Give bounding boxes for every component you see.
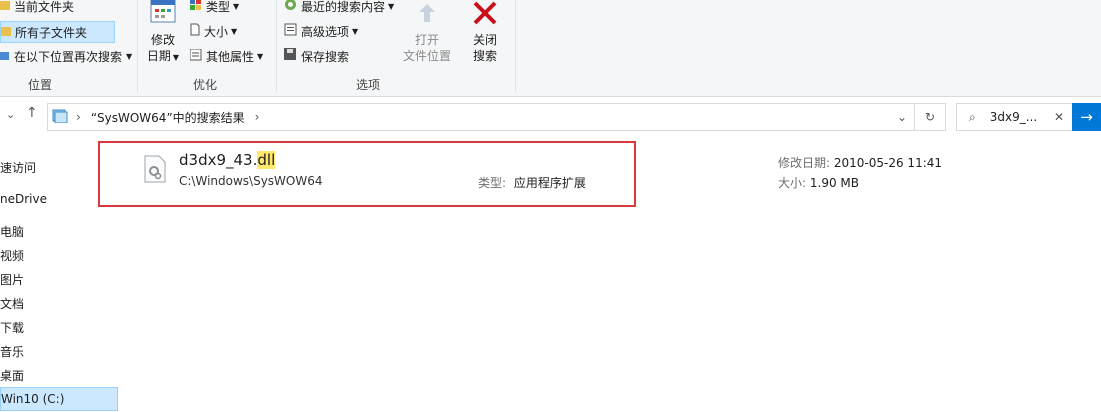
result-file-path: C:\Windows\SysWOW64 bbox=[179, 174, 323, 188]
recent-locations-chevron-icon[interactable]: ⌄ bbox=[6, 108, 15, 121]
breadcrumb-current[interactable]: “SysWOW64”中的搜索结果 bbox=[91, 109, 245, 126]
size-button[interactable]: 大小 ▼ bbox=[190, 21, 237, 41]
path-box[interactable]: › “SysWOW64”中的搜索结果 › ⌄ ↻ bbox=[47, 103, 946, 131]
group-label-options: 选项 bbox=[355, 78, 380, 92]
date-modified-label-2: 日期 bbox=[146, 49, 171, 63]
recent-searches-icon bbox=[284, 0, 297, 14]
properties-icon bbox=[189, 48, 202, 64]
nav-item-desktop[interactable]: 桌面 bbox=[0, 367, 24, 384]
save-icon bbox=[284, 48, 297, 64]
nav-item-onedrive[interactable]: neDrive bbox=[0, 192, 47, 206]
group-label-refine: 优化 bbox=[192, 78, 217, 92]
open-location-icon bbox=[400, 0, 454, 28]
current-folder-button[interactable]: 当前文件夹 bbox=[0, 0, 74, 16]
chevron-down-icon: ▼ bbox=[231, 26, 238, 36]
group-label-location: 位置 bbox=[27, 78, 52, 92]
search-again-in-button[interactable]: 在以下位置再次搜索 ▼ bbox=[0, 46, 132, 66]
modified-value: 2010-05-26 11:41 bbox=[833, 156, 943, 170]
close-icon bbox=[465, 0, 505, 28]
other-properties-button[interactable]: 其他属性 ▼ bbox=[189, 46, 264, 66]
nav-item-downloads[interactable]: 下载 bbox=[0, 319, 24, 336]
refresh-icon[interactable]: ↻ bbox=[914, 104, 945, 130]
current-folder-label: 当前文件夹 bbox=[14, 0, 75, 14]
size-label: 大小 bbox=[204, 24, 229, 39]
divider bbox=[515, 0, 516, 92]
search-folder-icon bbox=[0, 49, 10, 64]
arrow-right-icon: → bbox=[1080, 108, 1093, 126]
close-search-label-2: 搜索 bbox=[472, 49, 497, 63]
search-input[interactable]: 3dx9_... bbox=[990, 110, 1037, 124]
nav-item-documents[interactable]: 文档 bbox=[0, 295, 24, 312]
type-label: 类型 bbox=[206, 0, 231, 14]
search-box[interactable]: ⌕ 3dx9_... ✕ bbox=[956, 103, 1073, 131]
other-properties-label: 其他属性 bbox=[206, 49, 255, 64]
all-subfolders-button[interactable]: 所有子文件夹 bbox=[0, 21, 115, 43]
address-dropdown-icon[interactable]: ⌄ bbox=[897, 110, 907, 124]
nav-item-music[interactable]: 音乐 bbox=[0, 343, 24, 360]
type-button[interactable]: 类型 ▼ bbox=[190, 0, 239, 16]
chevron-down-icon: ▼ bbox=[126, 51, 133, 61]
open-location-label-2: 文件位置 bbox=[402, 49, 451, 63]
file-name-prefix: d3dx9_43. bbox=[179, 151, 258, 169]
advanced-options-label: 高级选项 bbox=[301, 24, 350, 39]
nav-item-this-pc[interactable]: 电脑 bbox=[0, 223, 24, 240]
type-icon bbox=[190, 0, 202, 14]
type-value: 应用程序扩展 bbox=[513, 176, 586, 190]
up-arrow-icon[interactable]: ↑ bbox=[26, 105, 38, 121]
result-size: 大小: 1.90 MB bbox=[778, 174, 859, 191]
save-search-button[interactable]: 保存搜索 bbox=[284, 46, 349, 66]
breadcrumb-separator-icon: › bbox=[76, 110, 81, 124]
breadcrumb-separator-icon[interactable]: › bbox=[255, 110, 260, 124]
chevron-down-icon: ▼ bbox=[352, 26, 359, 36]
search-go-button[interactable]: → bbox=[1072, 103, 1101, 131]
all-subfolders-label: 所有子文件夹 bbox=[15, 25, 88, 40]
recent-searches-label: 最近的搜索内容 bbox=[301, 0, 386, 14]
advanced-options-button[interactable]: 高级选项 ▼ bbox=[284, 21, 358, 41]
chevron-down-icon: ▼ bbox=[233, 1, 240, 11]
divider bbox=[137, 0, 138, 92]
calendar-icon bbox=[142, 0, 184, 28]
search-again-in-label: 在以下位置再次搜索 bbox=[14, 49, 123, 64]
type-label: 类型: bbox=[478, 176, 507, 190]
result-file-name[interactable]: d3dx9_43.dll bbox=[179, 151, 276, 169]
open-location-label-1: 打开 bbox=[414, 33, 439, 47]
chevron-down-icon: ▼ bbox=[388, 1, 395, 11]
nav-item-drive-c[interactable]: Win10 (C:) bbox=[0, 387, 118, 411]
chevron-down-icon: ▼ bbox=[172, 53, 180, 62]
date-modified-button[interactable]: 修改 日期 ▼ bbox=[142, 0, 184, 66]
open-file-location-button[interactable]: 打开 文件位置 bbox=[400, 0, 454, 64]
nav-item-quick-access[interactable]: 速访问 bbox=[0, 159, 36, 176]
result-date-modified: 修改日期: 2010-05-26 11:41 bbox=[778, 154, 942, 171]
dll-file-icon bbox=[143, 155, 167, 186]
modified-label: 修改日期: bbox=[778, 156, 831, 170]
folder-icon bbox=[0, 0, 10, 14]
advanced-options-icon bbox=[284, 23, 297, 39]
ribbon: 当前文件夹 所有子文件夹 在以下位置再次搜索 ▼ 位置 修改 日期 ▼ 类型 ▼ … bbox=[0, 0, 1101, 97]
search-icon: ⌕ bbox=[969, 109, 976, 124]
clear-search-icon[interactable]: ✕ bbox=[1054, 110, 1064, 124]
divider bbox=[276, 0, 277, 92]
chevron-down-icon: ▼ bbox=[257, 51, 264, 61]
result-type: 类型: 应用程序扩展 bbox=[478, 174, 586, 191]
recent-searches-button[interactable]: 最近的搜索内容 ▼ bbox=[284, 0, 394, 16]
size-value: 1.90 MB bbox=[809, 176, 859, 190]
nav-item-videos[interactable]: 视频 bbox=[0, 247, 24, 264]
save-search-label: 保存搜索 bbox=[301, 49, 350, 64]
nav-item-pictures[interactable]: 图片 bbox=[0, 271, 24, 288]
close-search-button[interactable]: 关闭 搜索 bbox=[465, 0, 505, 64]
search-results-icon bbox=[52, 109, 68, 126]
file-name-match-highlight: dll bbox=[257, 151, 276, 169]
size-label: 大小: bbox=[778, 176, 807, 190]
date-modified-label-1: 修改 bbox=[150, 33, 175, 47]
document-icon bbox=[190, 23, 200, 39]
folder-icon bbox=[1, 25, 11, 40]
close-search-label-1: 关闭 bbox=[472, 33, 497, 47]
